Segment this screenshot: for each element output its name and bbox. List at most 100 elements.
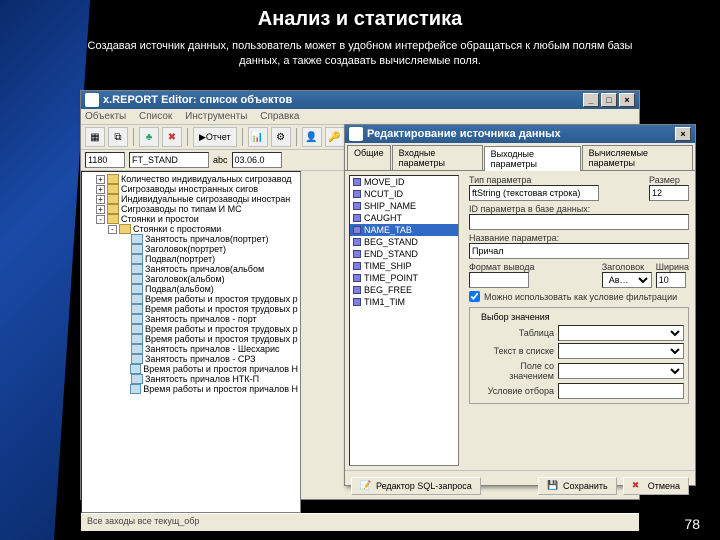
menu-objects[interactable]: Объекты [85,111,126,122]
tree-item[interactable]: -Стоянки и простои [96,214,298,224]
tree-toggle-icon[interactable]: + [96,185,105,194]
param-item[interactable]: BEG_STAND [350,236,458,248]
tree-item[interactable]: Подвал(портрет) [120,254,298,264]
tree-item[interactable]: Заголовок(портрет) [120,244,298,254]
tbl-select[interactable] [558,325,684,341]
filter-checkbox[interactable] [469,291,480,302]
tree-item[interactable]: Подвал(альбом) [120,284,298,294]
param-item[interactable]: NCUT_ID [350,188,458,200]
grid-icon [130,384,141,394]
menu-tools[interactable]: Инструменты [185,111,247,122]
tree-item[interactable]: Время работы и простоя трудовых р [120,334,298,344]
format-input[interactable] [469,272,529,288]
width-input[interactable] [656,272,686,288]
folder-icon [107,204,119,214]
dialog-close-button[interactable]: × [675,127,691,141]
param-item[interactable]: BEG_FREE [350,284,458,296]
tree-item[interactable]: +Сигрозаводы иностранных сигов [96,184,298,194]
tab-calc-params[interactable]: Вычисляемые параметры [582,145,693,170]
tool-copy-icon[interactable]: ⧉ [108,127,128,147]
tree-item[interactable]: Занятость причалов - Шесхарис [120,344,298,354]
grid-icon [131,304,143,314]
tree-item[interactable]: +Сигрозаводы по типам И МС [96,204,298,214]
name-input[interactable] [469,243,689,259]
editor-titlebar: x.REPORT Editor: список объектов _ □ × [81,91,639,109]
menu-help[interactable]: Справка [260,111,299,122]
tab-general[interactable]: Общие [347,145,391,170]
param-label: BEG_FREE [364,285,412,295]
select-fieldset: Выбор значения Таблица Текст в списке По… [469,307,689,404]
tree-item[interactable]: Занятость причалов(портрет) [120,234,298,244]
grid-icon [131,324,143,334]
param-item[interactable]: TIME_POINT [350,272,458,284]
param-item[interactable]: TIME_SHIP [350,260,458,272]
close-button[interactable]: × [619,93,635,107]
tree-label: Индивидуальные сигрозаводы иностран [121,194,290,204]
tree-item[interactable]: -Стоянки с простоями [108,224,298,234]
tree-toggle-icon[interactable]: - [96,215,105,224]
tree-item[interactable]: Заголовок(альбом) [120,274,298,284]
minimize-button[interactable]: _ [583,93,599,107]
grid-icon [131,274,143,284]
param-item[interactable]: SHIP_NAME [350,200,458,212]
maximize-button[interactable]: □ [601,93,617,107]
tree-toggle-icon[interactable]: + [96,205,105,214]
tool-report-button[interactable]: ▶ Отчет [193,127,237,147]
tree-item[interactable]: Время работы и простоя трудовых р [120,304,298,314]
tool-settings-icon[interactable]: ⚙ [271,127,291,147]
select-legend: Выбор значения [478,312,553,322]
grid-icon [131,334,143,344]
tool-key-icon[interactable]: 🔑 [325,127,345,147]
text-select[interactable] [558,343,684,359]
id-input[interactable] [469,214,689,230]
tool-chart-icon[interactable]: 📊 [248,127,268,147]
tree-item[interactable]: Время работы и простоя причалов Н [120,384,298,394]
tool-delete-icon[interactable]: ✖ [162,127,182,147]
menu-list[interactable]: Список [139,111,172,122]
param-item[interactable]: TIM1_TIM [350,296,458,308]
param-item[interactable]: END_STAND [350,248,458,260]
code-input[interactable] [85,152,125,168]
tab-output-params[interactable]: Выходные параметры [484,146,581,171]
tool-user-icon[interactable]: 👤 [302,127,322,147]
tree-view[interactable]: +Количество индивидуальных сигрозавод+Си… [81,171,301,513]
tree-toggle-icon[interactable]: - [108,225,117,234]
tree-label: Время работы и простоя трудовых р [145,324,298,334]
cancel-button[interactable]: ✖ Отмена [623,477,689,495]
tree-item[interactable]: Время работы и простоя причалов Н [120,364,298,374]
tool-tree-icon[interactable]: ♣ [139,127,159,147]
tree-item[interactable]: Занятость причалов(альбом [120,264,298,274]
param-icon [353,202,361,210]
tree-toggle-icon[interactable]: + [96,175,105,184]
tree-item[interactable]: Занятость причалов НТК-П [120,374,298,384]
tree-item[interactable]: Время работы и простоя трудовых р [120,324,298,334]
tree-label: Время работы и простоя трудовых р [145,304,298,314]
tree-item[interactable]: +Количество индивидуальных сигрозавод [96,174,298,184]
header-select[interactable]: Ав… [602,272,652,288]
table-input[interactable] [129,152,209,168]
param-icon [353,298,361,306]
tree-item[interactable]: + Индивидуальные сигрозаводы иностран [96,194,298,204]
date-input[interactable] [232,152,282,168]
text-label: Текст в списке [474,346,554,356]
sql-editor-button[interactable]: 📝 Редактор SQL-запроса [351,477,481,495]
tree-item[interactable]: Занятость причалов - СРЗ [120,354,298,364]
type-input[interactable] [469,185,599,201]
param-list[interactable]: MOVE_IDNCUT_IDSHIP_NAMECAUGHTNAME_TABBEG… [349,175,459,466]
param-item[interactable]: NAME_TAB [350,224,458,236]
param-item[interactable]: CAUGHT [350,212,458,224]
tree-toggle-icon[interactable]: + [96,195,105,204]
save-button[interactable]: 💾 Сохранить [538,477,617,495]
param-icon [353,274,361,282]
tab-input-params[interactable]: Входные параметры [392,145,483,170]
tool-new-icon[interactable]: ▦ [85,127,105,147]
return-input[interactable] [558,383,684,399]
tree-item[interactable]: Время работы и простоя трудовых р [120,294,298,304]
param-label: NAME_TAB [364,225,412,235]
dialog-title: Редактирование источника данных [367,128,561,140]
param-item[interactable]: MOVE_ID [350,176,458,188]
tree-item[interactable]: Занятость причалов - порт [120,314,298,324]
size-input[interactable] [649,185,689,201]
grid-icon [131,234,143,244]
send-select[interactable] [558,363,684,379]
